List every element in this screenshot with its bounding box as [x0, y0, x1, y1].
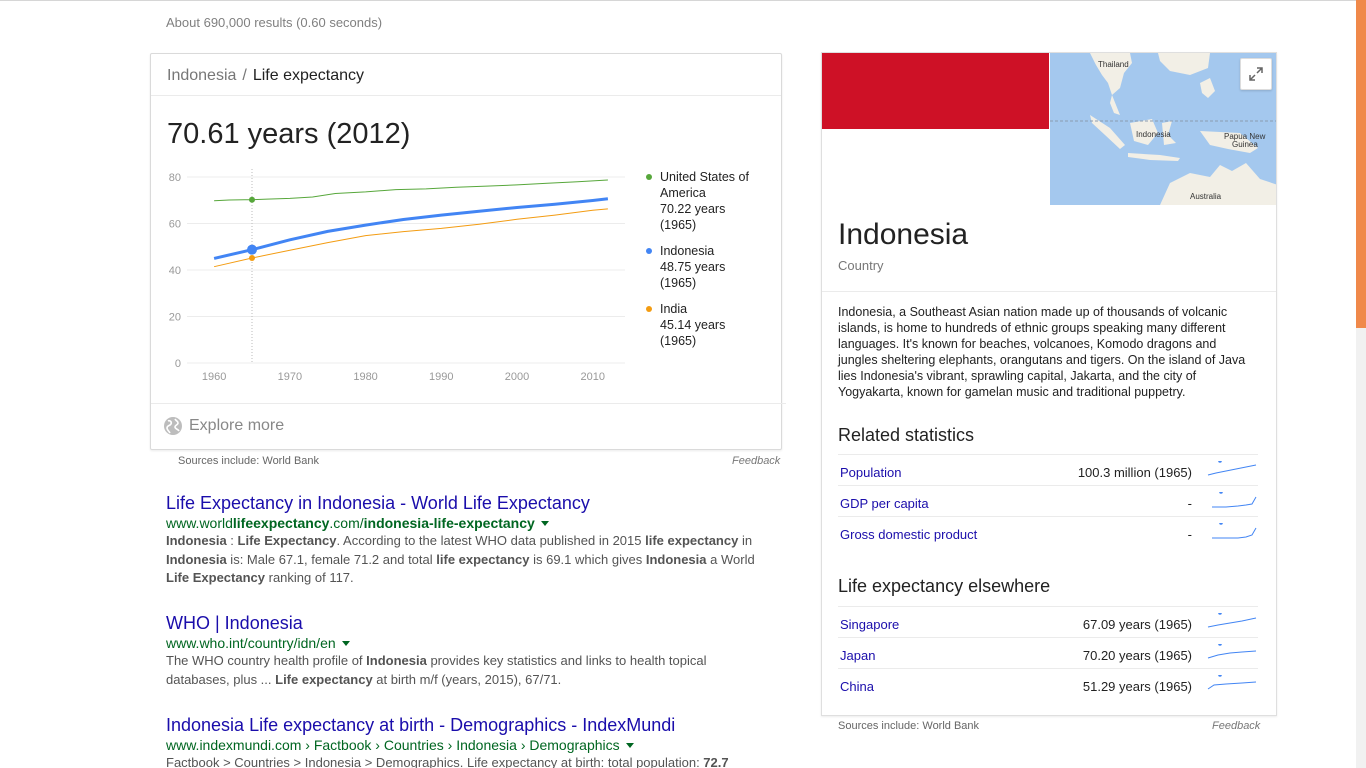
x-tick-label: 1960: [202, 371, 226, 383]
y-tick-label: 80: [169, 172, 181, 184]
panel-divider: [822, 291, 1276, 292]
series-point-1: [247, 244, 257, 255]
related-stat-link[interactable]: Population: [840, 465, 901, 480]
legend-item: India 45.14 years (1965): [646, 301, 776, 349]
legend-value: 70.22 years: [660, 202, 726, 216]
elsewhere-stat-row[interactable]: China 51.29 years (1965): [838, 668, 1258, 699]
related-stat-row[interactable]: Gross domestic product -: [838, 516, 1258, 547]
scrollbar-accent[interactable]: [1356, 0, 1366, 328]
elsewhere-stat-link[interactable]: Japan: [840, 648, 875, 663]
knowledge-panel: Thailand Indonesia Papua New Guinea Aust…: [821, 52, 1277, 716]
series-line-1: [213, 197, 609, 260]
legend-year: (1965): [660, 276, 697, 290]
map-label-papua-2: Guinea: [1232, 140, 1258, 149]
result-snippet: The WHO country health profile of Indone…: [166, 653, 707, 687]
elsewhere-stat-value: 70.20 years (1965): [1082, 648, 1192, 663]
sparkline-icon: [1207, 644, 1257, 659]
x-tick-label: 1970: [278, 371, 302, 383]
sparkline-icon: [1207, 675, 1257, 690]
related-stat-value: 100.3 million (1965): [1077, 465, 1192, 480]
x-tick-label: 2000: [505, 371, 529, 383]
elsewhere-stat-row[interactable]: Singapore 67.09 years (1965): [838, 606, 1258, 637]
series-line-0: [214, 179, 608, 202]
dropdown-caret-icon[interactable]: [341, 641, 350, 646]
map-label-thailand: Thailand: [1098, 60, 1129, 69]
chart-legend: United States of America 70.22 years (1965)…: [646, 169, 776, 359]
elsewhere-stat-link[interactable]: China: [840, 679, 874, 694]
life-expectancy-elsewhere-heading: Life expectancy elsewhere: [838, 576, 1051, 596]
explore-divider: [151, 403, 786, 404]
sparkline-icon: [1212, 523, 1257, 539]
sparkline-icon: [1212, 492, 1257, 508]
chart-feedback-link[interactable]: Feedback: [732, 455, 780, 467]
legend-value: 45.14 years: [660, 318, 726, 332]
related-stat-link[interactable]: GDP per capita: [840, 496, 929, 511]
expand-icon: [1249, 67, 1263, 81]
related-stat-value: -: [1187, 527, 1192, 542]
y-tick-label: 0: [175, 358, 181, 370]
related-stat-link[interactable]: Gross domestic product: [840, 527, 977, 542]
related-stat-row[interactable]: Population 100.3 million (1965): [838, 454, 1258, 485]
x-tick-label: 1980: [353, 371, 377, 383]
series-point-2: [249, 255, 255, 262]
legend-year: (1965): [660, 334, 697, 348]
explore-more-link[interactable]: Explore more: [163, 416, 284, 436]
legend-name-line1: India: [660, 302, 688, 316]
expand-map-button[interactable]: [1240, 58, 1272, 90]
result-snippet: Indonesia : Life Expectancy. According t…: [166, 533, 755, 585]
legend-name-line2: America: [660, 186, 706, 200]
legend-dot-icon: [646, 174, 652, 180]
y-tick-label: 60: [169, 219, 181, 231]
elsewhere-stat-row[interactable]: Japan 70.20 years (1965): [838, 637, 1258, 668]
x-tick-label: 1990: [429, 371, 453, 383]
legend-item: Indonesia 48.75 years (1965): [646, 243, 776, 291]
globe-icon: [164, 417, 182, 435]
dropdown-caret-icon[interactable]: [540, 521, 549, 526]
explore-more-label: Explore more: [189, 417, 285, 434]
elsewhere-stat-link[interactable]: Singapore: [840, 617, 899, 632]
life-expectancy-card: Indonesia / Life expectancy 70.61 years (2…: [150, 53, 786, 450]
legend-name-line1: United States of: [660, 170, 749, 184]
result-url[interactable]: www.worldlifeexpectancy.com/indonesia-li…: [166, 514, 766, 532]
chart-sources: Sources include: World Bank: [178, 455, 320, 467]
legend-name-line1: Indonesia: [660, 244, 715, 258]
result-title-link[interactable]: Indonesia Life expectancy at birth - Dem…: [166, 714, 766, 736]
entity-title: Indonesia: [838, 218, 969, 251]
map-label-australia: Australia: [1190, 192, 1222, 201]
result-title-link[interactable]: WHO | Indonesia: [166, 612, 766, 634]
search-result: Indonesia Life expectancy at birth - Dem…: [166, 714, 766, 768]
flag-image-top[interactable]: [822, 53, 1049, 129]
flag-image-bottom[interactable]: [822, 129, 1049, 205]
legend-item: United States of America 70.22 years (1965): [646, 169, 776, 233]
legend-dot-icon: [646, 248, 652, 254]
panel-feedback-link[interactable]: Feedback: [1212, 720, 1260, 732]
legend-value: 48.75 years: [660, 260, 726, 274]
result-url[interactable]: www.who.int/country/idn/en: [166, 634, 766, 652]
related-stat-value: -: [1187, 496, 1192, 511]
result-url[interactable]: www.indexmundi.com › Factbook › Countrie…: [166, 736, 766, 754]
top-border: [0, 0, 1366, 1]
result-title-link[interactable]: Life Expectancy in Indonesia - World Lif…: [166, 492, 766, 514]
sparkline-icon: [1207, 613, 1257, 628]
legend-year: (1965): [660, 218, 697, 232]
y-tick-label: 40: [169, 265, 181, 277]
dropdown-caret-icon[interactable]: [625, 743, 634, 748]
related-stat-row[interactable]: GDP per capita -: [838, 485, 1258, 516]
legend-dot-icon: [646, 306, 652, 312]
results-count: About 690,000 results (0.60 seconds): [166, 15, 383, 30]
entity-description: Indonesia, a Southeast Asian nation made…: [838, 305, 1246, 399]
series-point-0: [249, 196, 255, 203]
panel-sources: Sources include: World Bank: [838, 720, 980, 732]
y-tick-label: 20: [169, 312, 181, 324]
related-statistics-heading: Related statistics: [838, 425, 975, 445]
entity-subtitle: Country: [838, 258, 884, 273]
sparkline-icon: [1207, 461, 1257, 476]
elsewhere-stat-value: 51.29 years (1965): [1082, 679, 1192, 694]
search-result: Life Expectancy in Indonesia - World Lif…: [166, 492, 766, 588]
elsewhere-stat-value: 67.09 years (1965): [1082, 617, 1192, 632]
x-tick-label: 2010: [580, 371, 604, 383]
result-snippet: Factbook > Countries > Indonesia > Demog…: [166, 755, 729, 768]
search-result: WHO | Indonesia www.who.int/country/idn/…: [166, 612, 766, 689]
map-label-indonesia: Indonesia: [1136, 130, 1171, 139]
